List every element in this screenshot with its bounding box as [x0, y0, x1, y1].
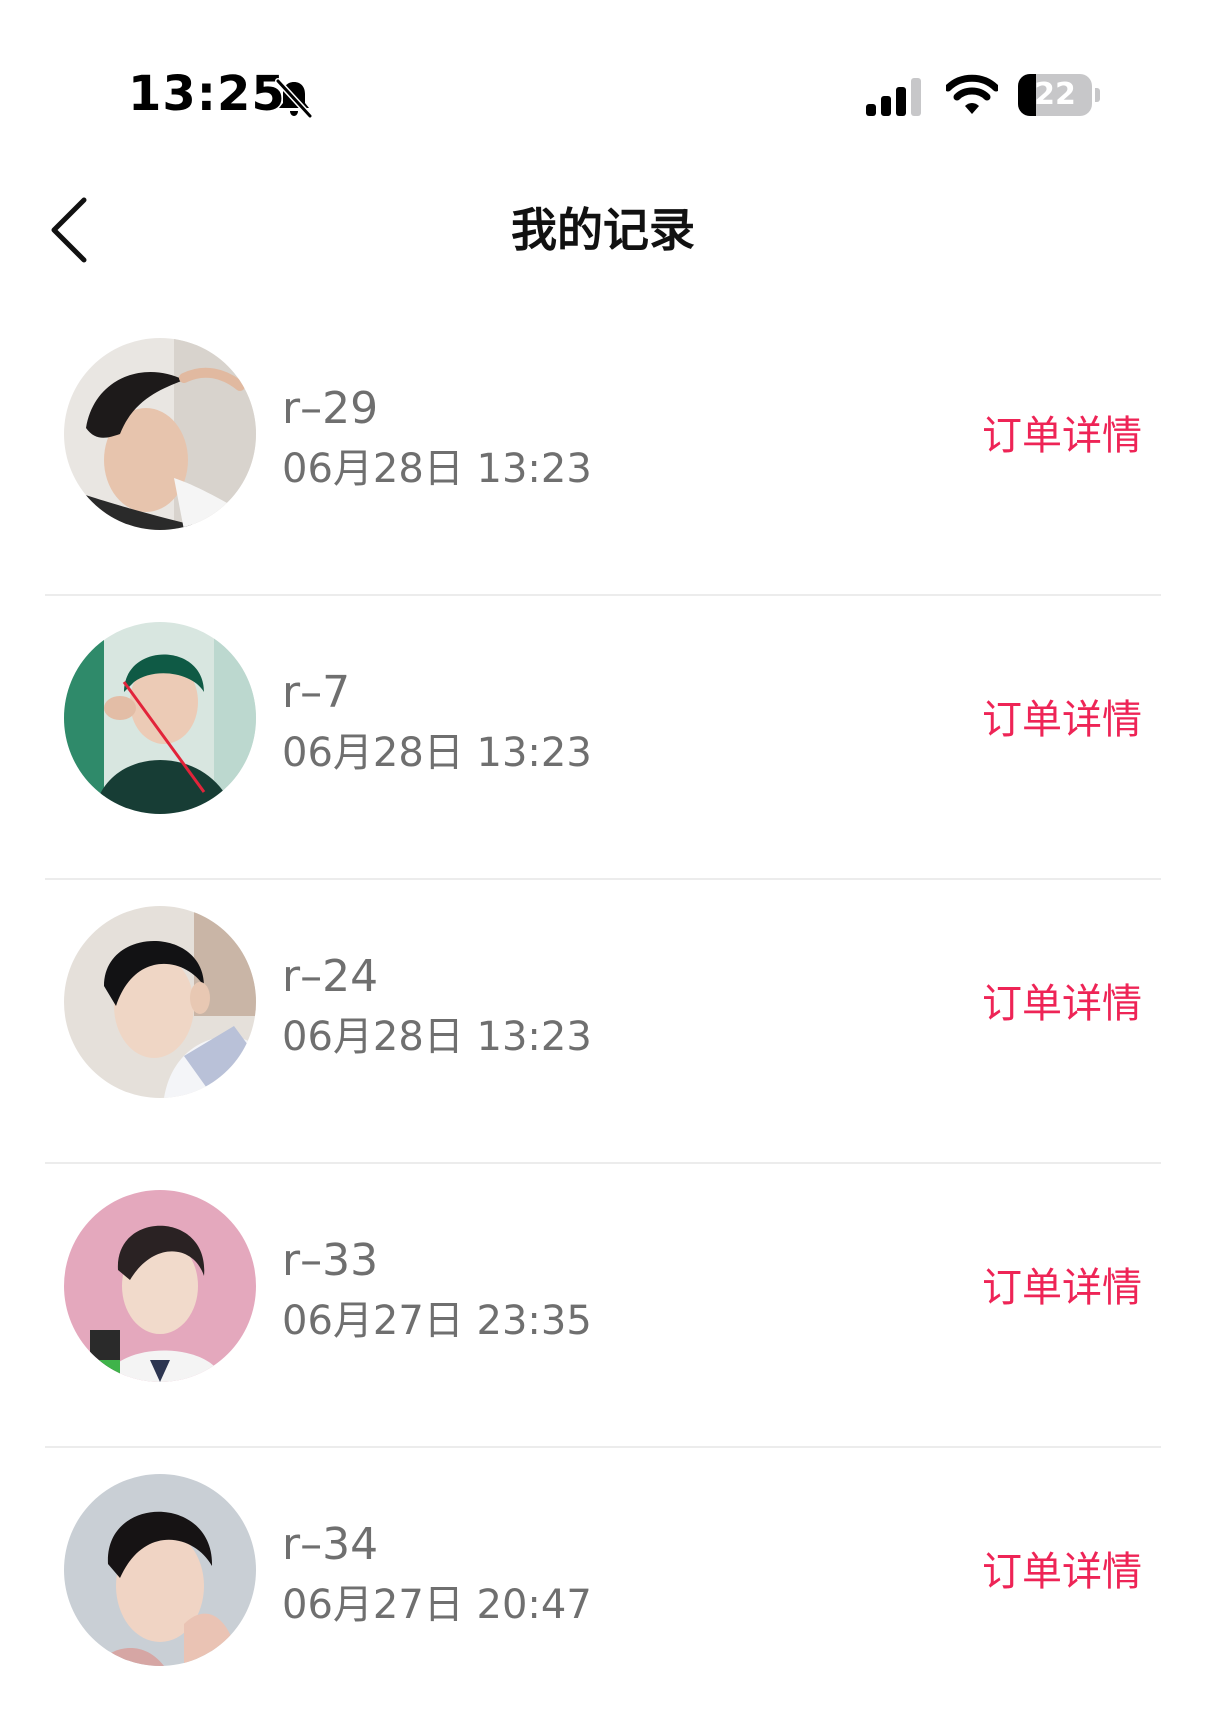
nav-bar: 我的记录: [0, 170, 1206, 290]
avatar: [64, 1190, 256, 1382]
battery-cap: [1095, 88, 1100, 102]
record-row[interactable]: r–33 06月27日 23:35 订单详情: [0, 1164, 1206, 1448]
bell-slash-icon: [275, 78, 313, 119]
avatar: [64, 906, 256, 1098]
order-detail-link[interactable]: 订单详情: [982, 411, 1142, 461]
avatar: [64, 338, 256, 530]
cellular-signal-icon: [866, 78, 921, 116]
record-row[interactable]: r–34 06月27日 20:47 订单详情: [0, 1448, 1206, 1732]
record-time: 06月28日 13:23: [282, 730, 592, 776]
battery-body: 22: [1018, 74, 1092, 116]
record-name: r–33: [282, 1235, 379, 1286]
wifi-icon: [946, 74, 998, 114]
record-row[interactable]: r–29 06月28日 13:23 订单详情: [0, 312, 1206, 596]
order-detail-link[interactable]: 订单详情: [982, 979, 1142, 1029]
record-name: r–34: [282, 1519, 379, 1570]
order-detail-link[interactable]: 订单详情: [982, 1263, 1142, 1313]
record-row[interactable]: r–7 06月28日 13:23 订单详情: [0, 596, 1206, 880]
order-detail-link[interactable]: 订单详情: [982, 695, 1142, 745]
record-name: r–7: [282, 667, 351, 718]
record-time: 06月27日 23:35: [282, 1298, 592, 1344]
record-time: 06月28日 13:23: [282, 446, 592, 492]
order-detail-link[interactable]: 订单详情: [982, 1547, 1142, 1597]
battery-icon: 22: [1018, 74, 1100, 116]
avatar: [64, 622, 256, 814]
avatar: [64, 1474, 256, 1666]
status-time: 13:25: [128, 66, 286, 122]
record-row[interactable]: r–24 06月28日 13:23 订单详情: [0, 880, 1206, 1164]
page-title: 我的记录: [511, 203, 695, 257]
battery-level: 22: [1034, 77, 1076, 112]
record-list: r–29 06月28日 13:23 订单详情 r–7 06月28日 13:23 …: [0, 312, 1206, 1732]
record-time: 06月28日 13:23: [282, 1014, 592, 1060]
record-name: r–29: [282, 383, 379, 434]
status-bar: 13:25 22: [0, 0, 1206, 140]
record-name: r–24: [282, 951, 379, 1002]
record-time: 06月27日 20:47: [282, 1582, 592, 1628]
